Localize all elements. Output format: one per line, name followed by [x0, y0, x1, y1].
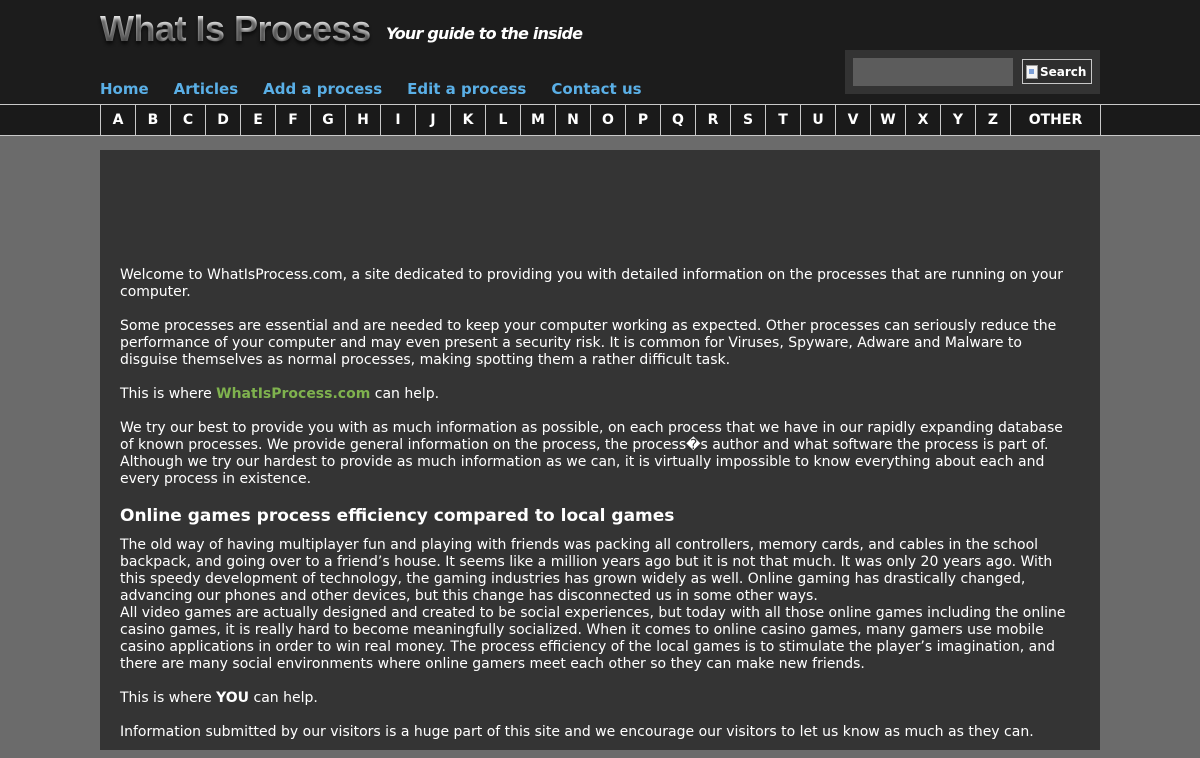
alphabet-letter-b[interactable]: B: [136, 105, 171, 135]
info-paragraph: We try our best to provide you with as m…: [120, 420, 1063, 487]
nav-home-link[interactable]: Home: [100, 79, 149, 99]
alphabet-letter-z[interactable]: Z: [976, 105, 1011, 135]
you-help-paragraph: This is where YOU can help.: [120, 690, 1080, 707]
nav-edit-process-link[interactable]: Edit a process: [407, 79, 526, 99]
alphabet-bar: A B C D E F G H I J K L M N O P Q R S T …: [0, 104, 1200, 136]
alphabet-letter-v[interactable]: V: [836, 105, 871, 135]
alphabet-letter-e[interactable]: E: [241, 105, 276, 135]
alphabet-letter-r[interactable]: R: [696, 105, 731, 135]
alphabet-letter-o[interactable]: O: [591, 105, 626, 135]
help-paragraph: This is where WhatIsProcess.com can help…: [120, 386, 1080, 403]
alphabet-letter-s[interactable]: S: [731, 105, 766, 135]
alphabet-letter-c[interactable]: C: [171, 105, 206, 135]
main-content: Welcome to WhatIsProcess.com, a site ded…: [100, 150, 1100, 750]
games-paragraph-part-1: The old way of having multiplayer fun an…: [120, 537, 1053, 604]
alphabet-letter-q[interactable]: Q: [661, 105, 696, 135]
alphabet-letter-j[interactable]: J: [416, 105, 451, 135]
alphabet-letter-p[interactable]: P: [626, 105, 661, 135]
site-tagline: Your guide to the inside: [386, 24, 583, 43]
main-nav: Home Articles Add a process Edit a proce…: [100, 79, 642, 99]
alphabet-list: A B C D E F G H I J K L M N O P Q R S T …: [100, 105, 1101, 135]
search-box: Search: [845, 50, 1100, 94]
help-prefix: This is where: [120, 386, 217, 402]
nav-add-process-link[interactable]: Add a process: [263, 79, 382, 99]
games-paragraph: The old way of having multiplayer fun an…: [120, 537, 1080, 673]
alphabet-letter-g[interactable]: G: [311, 105, 346, 135]
alphabet-letter-k[interactable]: K: [451, 105, 486, 135]
alphabet-letter-l[interactable]: L: [486, 105, 521, 135]
alphabet-letter-t[interactable]: T: [766, 105, 801, 135]
alphabet-letter-i[interactable]: I: [381, 105, 416, 135]
site-name-link[interactable]: WhatIsProcess.com: [216, 386, 370, 402]
site-header: What Is Process Your guide to the inside…: [0, 0, 1200, 104]
alphabet-letter-d[interactable]: D: [206, 105, 241, 135]
alphabet-other[interactable]: OTHER: [1011, 105, 1101, 135]
help-suffix: can help.: [370, 386, 440, 402]
intro-paragraph: Welcome to WhatIsProcess.com, a site ded…: [120, 267, 1064, 300]
broken-image-icon: [1026, 64, 1038, 79]
processes-paragraph: Some processes are essential and are nee…: [120, 318, 1057, 368]
alphabet-letter-f[interactable]: F: [276, 105, 311, 135]
games-paragraph-part-2: All video games are actually designed an…: [120, 605, 1066, 672]
nav-contact-link[interactable]: Contact us: [551, 79, 641, 99]
search-input[interactable]: [853, 58, 1013, 86]
alphabet-letter-y[interactable]: Y: [941, 105, 976, 135]
alphabet-letter-w[interactable]: W: [871, 105, 906, 135]
alphabet-letter-u[interactable]: U: [801, 105, 836, 135]
alphabet-letter-n[interactable]: N: [556, 105, 591, 135]
alphabet-letter-a[interactable]: A: [101, 105, 136, 135]
site-logo[interactable]: What Is Process: [100, 8, 371, 50]
search-button[interactable]: Search: [1022, 59, 1092, 84]
you-help-prefix: This is where: [120, 690, 217, 706]
submission-paragraph: Information submitted by our visitors is…: [120, 724, 1034, 740]
search-button-label: Search: [1040, 64, 1087, 79]
alphabet-letter-x[interactable]: X: [906, 105, 941, 135]
nav-articles-link[interactable]: Articles: [174, 79, 238, 99]
content-body: Welcome to WhatIsProcess.com, a site ded…: [120, 267, 1080, 758]
alphabet-letter-h[interactable]: H: [346, 105, 381, 135]
section-heading: Online games process efficiency compared…: [120, 506, 675, 526]
alphabet-letter-m[interactable]: M: [521, 105, 556, 135]
you-emphasis: YOU: [216, 690, 250, 706]
you-help-suffix: can help.: [249, 690, 318, 706]
